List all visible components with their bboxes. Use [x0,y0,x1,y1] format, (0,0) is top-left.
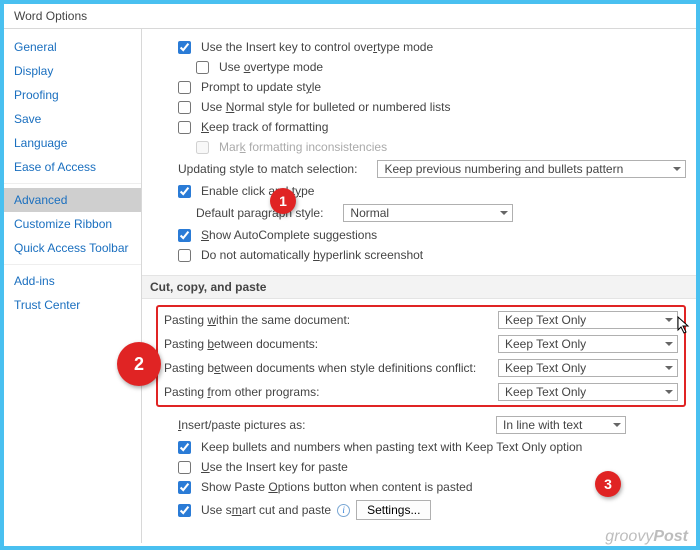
sidebar-item-trust-center[interactable]: Trust Center [4,293,141,317]
insert-key-overtype-label: Use the Insert key to control overtype m… [201,40,433,54]
update-style-selection-label: Updating style to match selection: [178,162,357,176]
mark-inconsistencies-label: Mark formatting inconsistencies [219,140,387,154]
sidebar-item-quick-access-toolbar[interactable]: Quick Access Toolbar [4,236,141,260]
enable-click-type-checkbox[interactable] [178,185,191,198]
info-icon[interactable]: i [337,504,350,517]
default-paragraph-style-label: Default paragraph style: [196,206,323,220]
sidebar-item-advanced[interactable]: Advanced [4,188,141,212]
sidebar: GeneralDisplayProofingSaveLanguageEase o… [4,29,142,543]
update-style-selection-dropdown[interactable]: Keep previous numbering and bullets patt… [377,160,686,178]
show-paste-options-label: Show Paste Options button when content i… [201,480,473,494]
show-paste-options-checkbox[interactable] [178,481,191,494]
insert-key-overtype-checkbox[interactable] [178,41,191,54]
paste-dropdown-1[interactable]: Keep Text Only [498,335,678,353]
paste-dropdown-0[interactable]: Keep Text Only [498,311,678,329]
normal-style-lists-label: Use Normal style for bulleted or numbere… [201,100,450,114]
insert-key-paste-label: Use the Insert key for paste [201,460,348,474]
paste-label-0: Pasting within the same document: [164,313,490,327]
paste-label-3: Pasting from other programs: [164,385,490,399]
sidebar-item-save[interactable]: Save [4,107,141,131]
mark-inconsistencies-checkbox [196,141,209,154]
no-hyperlink-screenshot-label: Do not automatically hyperlink screensho… [201,248,423,262]
sidebar-item-display[interactable]: Display [4,59,141,83]
paste-dropdown-3[interactable]: Keep Text Only [498,383,678,401]
insert-pictures-dropdown[interactable]: In line with text [496,416,626,434]
smart-cut-paste-checkbox[interactable] [178,504,191,517]
paste-label-2: Pasting between documents when style def… [164,361,490,375]
keep-bullets-numbers-checkbox[interactable] [178,441,191,454]
main-panel: Use the Insert key to control overtype m… [142,29,696,543]
insert-key-paste-checkbox[interactable] [178,461,191,474]
keep-track-formatting-label: Keep track of formatting [201,120,328,134]
sidebar-item-language[interactable]: Language [4,131,141,155]
window-title: Word Options [4,4,696,29]
keep-bullets-numbers-label: Keep bullets and numbers when pasting te… [201,440,582,454]
paste-dropdown-2[interactable]: Keep Text Only [498,359,678,377]
section-cut-copy-paste: Cut, copy, and paste [142,275,696,299]
sidebar-item-general[interactable]: General [4,35,141,59]
smart-cut-paste-label: Use smart cut and paste [201,503,331,517]
normal-style-lists-checkbox[interactable] [178,101,191,114]
sidebar-item-customize-ribbon[interactable]: Customize Ribbon [4,212,141,236]
default-paragraph-style-dropdown[interactable]: Normal [343,204,513,222]
insert-pictures-label: Insert/paste pictures as: [178,418,305,432]
overtype-mode-label: Use overtype mode [219,60,323,74]
prompt-update-style-checkbox[interactable] [178,81,191,94]
sidebar-item-add-ins[interactable]: Add-ins [4,269,141,293]
prompt-update-style-label: Prompt to update style [201,80,321,94]
show-autocomplete-checkbox[interactable] [178,229,191,242]
sidebar-item-ease-of-access[interactable]: Ease of Access [4,155,141,179]
keep-track-formatting-checkbox[interactable] [178,121,191,134]
settings-button[interactable]: Settings... [356,500,431,520]
paste-label-1: Pasting between documents: [164,337,490,351]
show-autocomplete-label: Show AutoComplete suggestions [201,228,377,242]
paste-options-group: Pasting within the same document: Keep Te… [156,305,686,407]
no-hyperlink-screenshot-checkbox[interactable] [178,249,191,262]
overtype-mode-checkbox[interactable] [196,61,209,74]
sidebar-item-proofing[interactable]: Proofing [4,83,141,107]
enable-click-type-label: Enable click and type [201,184,314,198]
